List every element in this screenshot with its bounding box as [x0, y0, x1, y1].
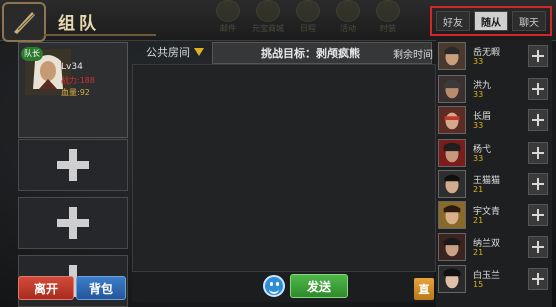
list-item[interactable]: 王猫猫 21: [438, 170, 550, 200]
page-title: 组队: [58, 14, 100, 34]
list-item[interactable]: 洪九 33: [438, 75, 550, 105]
leader-card[interactable]: 队长 Lv34 战力:188 血量:92: [18, 42, 128, 138]
add-member-icon: [57, 149, 89, 181]
follower-avatar: [438, 201, 466, 229]
add-follower-button[interactable]: [528, 268, 548, 290]
add-follower-button[interactable]: [528, 78, 548, 100]
send-button[interactable]: 发送: [290, 274, 348, 298]
follower-avatar: [438, 75, 466, 103]
add-follower-button[interactable]: [528, 109, 548, 131]
room-header: 公共房间 挑战目标：剥颅疯熊 剩余时间: [136, 42, 434, 64]
follower-level: 33: [473, 57, 484, 66]
follower-level: 21: [473, 185, 484, 194]
schedule-icon[interactable]: 日程: [295, 0, 321, 34]
list-item[interactable]: 纳兰双 21: [438, 233, 550, 263]
list-item[interactable]: 岳无暇 33: [438, 42, 550, 72]
bag-button[interactable]: 背包: [76, 276, 126, 300]
follower-level: 15: [473, 280, 484, 289]
list-item[interactable]: 长眉 33: [438, 106, 550, 136]
top-menu-icons: 邮件 元宝商城 日程 活动 时装: [215, 0, 401, 38]
follower-level: 33: [473, 121, 484, 130]
tab-friends[interactable]: 好友: [436, 11, 470, 31]
team-icon[interactable]: [2, 2, 46, 42]
follower-avatar: [438, 139, 466, 167]
empty-slot[interactable]: [18, 139, 128, 191]
follower-level: 33: [473, 90, 484, 99]
add-follower-button[interactable]: [528, 173, 548, 195]
follower-level: 33: [473, 154, 484, 163]
follower-list: 岳无暇 33 洪九 33 长眉 33 杨弋 33 王猫猫 21 宇文青 21 纳…: [436, 40, 552, 307]
add-follower-button[interactable]: [528, 236, 548, 258]
chat-input-bar: [132, 272, 434, 302]
shop-icon[interactable]: 元宝商城: [252, 0, 284, 34]
follower-level: 21: [473, 216, 484, 225]
list-item[interactable]: 宇文青 21: [438, 201, 550, 231]
mail-icon[interactable]: 邮件: [215, 0, 241, 34]
tab-followers[interactable]: 随从: [474, 11, 508, 31]
leader-hp: 血量:92: [61, 88, 90, 97]
list-tabs: 好友 随从 聊天: [430, 6, 552, 36]
leader-power: 战力:188: [61, 76, 95, 85]
follower-avatar: [438, 106, 466, 134]
leader-badge: 队长: [21, 47, 43, 61]
list-item[interactable]: 杨弋 33: [438, 139, 550, 169]
direct-button[interactable]: 直: [414, 278, 434, 300]
follower-avatar: [438, 42, 466, 70]
team-slots: 队长 Lv34 战力:188 血量:92: [12, 38, 130, 307]
goal-box: 挑战目标：剥颅疯熊 剩余时间: [212, 42, 433, 64]
title-bar: 组队 邮件 元宝商城 日程 活动 时装 好友 随从 聊天: [0, 0, 556, 42]
follower-avatar: [438, 170, 466, 198]
chevron-down-icon[interactable]: [194, 48, 204, 56]
list-item[interactable]: 白玉兰 15: [438, 265, 550, 295]
remaining-time: 剩余时间: [393, 50, 433, 61]
follower-avatar: [438, 233, 466, 261]
challenge-goal: 挑战目标：剥颅疯熊: [261, 47, 360, 60]
emoji-icon[interactable]: [263, 275, 285, 297]
room-type-select[interactable]: 公共房间: [146, 44, 190, 60]
add-follower-button[interactable]: [528, 204, 548, 226]
event-icon[interactable]: 活动: [335, 0, 361, 34]
tab-chat[interactable]: 聊天: [512, 11, 546, 31]
fashion-icon[interactable]: 时装: [375, 0, 401, 34]
add-follower-button[interactable]: [528, 45, 548, 67]
chat-area[interactable]: [132, 64, 436, 272]
follower-level: 21: [473, 248, 484, 257]
add-follower-button[interactable]: [528, 142, 548, 164]
leave-button[interactable]: 离开: [18, 276, 74, 300]
follower-avatar: [438, 265, 466, 293]
empty-slot[interactable]: [18, 197, 128, 249]
team-screen: 组队 邮件 元宝商城 日程 活动 时装 好友 随从 聊天 队长 Lv34 战力:…: [0, 0, 556, 307]
leader-level: Lv34: [61, 62, 83, 72]
add-member-icon: [57, 207, 89, 239]
